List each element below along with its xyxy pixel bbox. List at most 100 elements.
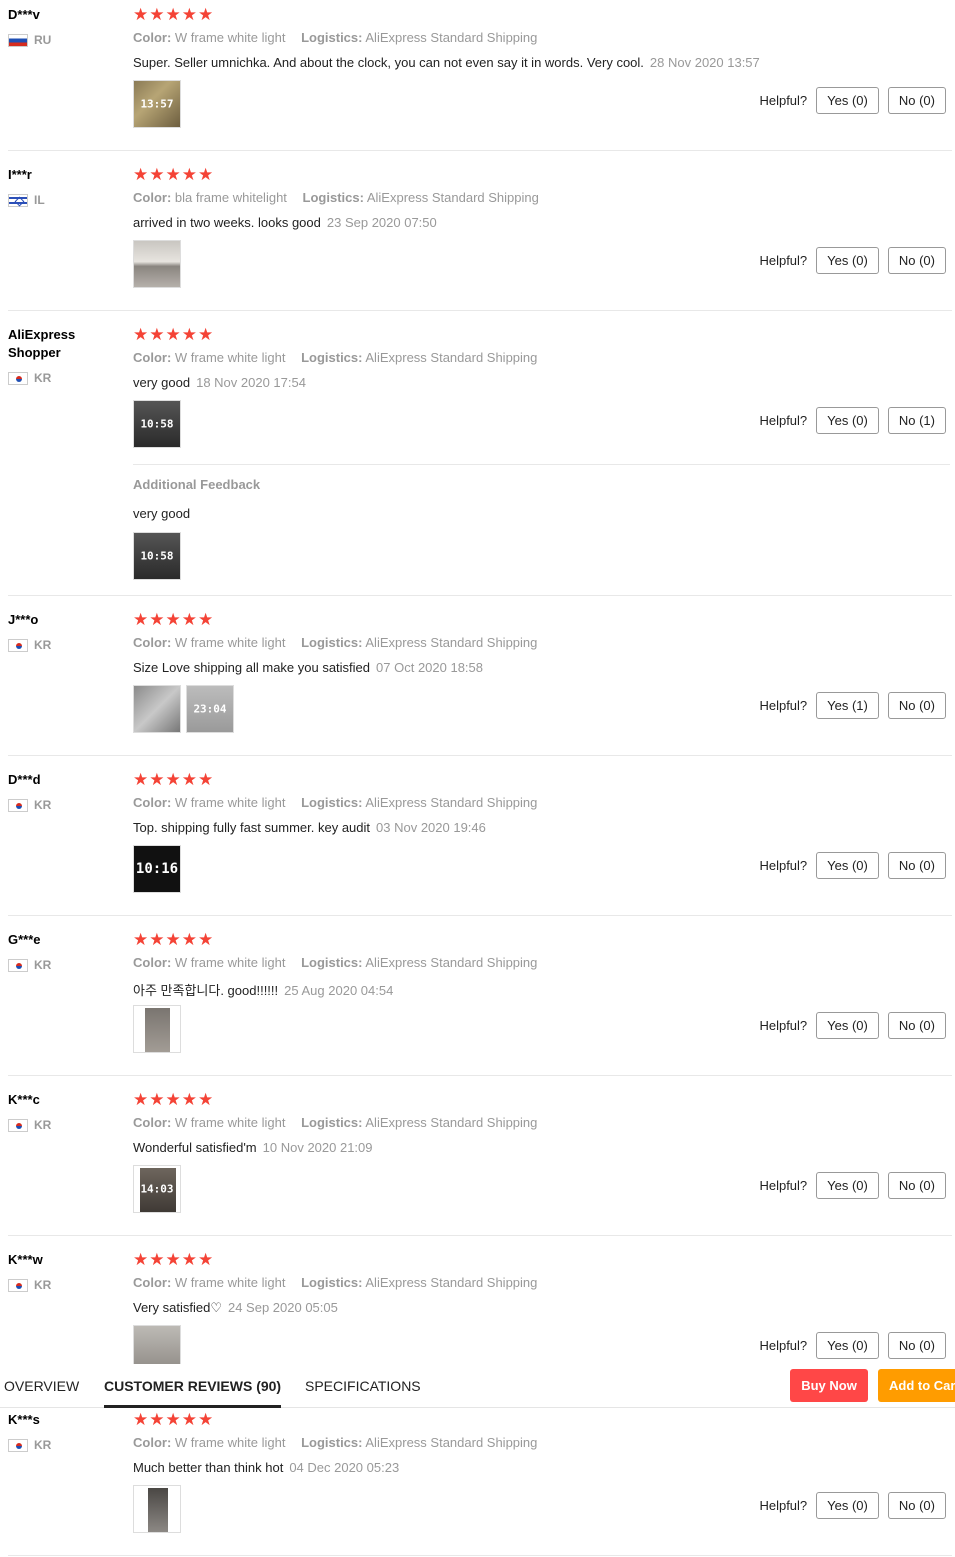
review-text: Size Love shipping all make you satisfie…	[133, 660, 483, 675]
color-value: W frame white light	[174, 955, 286, 970]
reviewer-country: IL	[8, 193, 45, 207]
clock-digits: 23:04	[193, 702, 227, 716]
flag-kr-icon	[8, 1118, 28, 1132]
tab-overview[interactable]: OVERVIEW	[4, 1364, 79, 1408]
rating-stars: ★★★★★	[133, 165, 215, 184]
helpful-yes-button[interactable]: Yes (0)	[816, 1172, 879, 1199]
review-photo-thumb[interactable]: 13:57	[133, 80, 181, 128]
review-item: J***o KR ★★★★★ Color: W frame white ligh…	[0, 605, 955, 756]
helpful-label: Helpful?	[759, 1338, 808, 1353]
review-photos: 23:04	[133, 685, 234, 733]
review-divider	[8, 595, 952, 596]
helpful-no-button[interactable]: No (0)	[887, 1012, 946, 1039]
logistics-label: Logistics:	[301, 1115, 363, 1130]
add-to-cart-button[interactable]: Add to Cart	[878, 1369, 955, 1402]
review-item: K***c KR ★★★★★ Color: W frame white ligh…	[0, 1085, 955, 1236]
review-photos	[133, 1005, 181, 1053]
clock-digits: 10:58	[140, 549, 174, 563]
logistics-label: Logistics:	[301, 30, 363, 45]
helpful-no-button[interactable]: No (1)	[887, 407, 946, 434]
review-text: Top. shipping fully fast summer. key aud…	[133, 820, 486, 835]
review-photos: 13:57	[133, 80, 181, 128]
country-code: RU	[34, 33, 52, 47]
tab-specifications[interactable]: SPECIFICATIONS	[305, 1364, 421, 1408]
color-label: Color:	[133, 190, 172, 205]
helpful-no-button[interactable]: No (0)	[887, 87, 946, 114]
review-photo-thumb[interactable]	[133, 240, 181, 288]
review-date: 25 Aug 2020 04:54	[284, 983, 394, 998]
review-body: Wonderful satisfied'm	[133, 1140, 257, 1155]
reviewer-country: KR	[8, 798, 51, 812]
rating-stars: ★★★★★	[133, 1410, 215, 1429]
logistics-label: Logistics:	[301, 795, 363, 810]
helpful-label: Helpful?	[759, 1498, 808, 1513]
helpful-no-button[interactable]: No (0)	[887, 692, 946, 719]
logistics-value: AliExpress Standard Shipping	[366, 190, 539, 205]
review-item: D***d KR ★★★★★ Color: W frame white ligh…	[0, 765, 955, 916]
helpful-section: Helpful? Yes (0) No (0)	[759, 87, 946, 114]
color-label: Color:	[133, 795, 172, 810]
review-text: Very satisfied♡ 24 Sep 2020 05:05	[133, 1300, 338, 1316]
helpful-yes-button[interactable]: Yes (0)	[816, 247, 879, 274]
review-meta: Color: W frame white light Logistics: Al…	[133, 350, 537, 365]
review-date: 03 Nov 2020 19:46	[376, 820, 486, 835]
logistics-value: AliExpress Standard Shipping	[365, 795, 538, 810]
review-photo-thumb[interactable]: 14:03	[133, 1165, 181, 1213]
color-label: Color:	[133, 350, 172, 365]
helpful-no-button[interactable]: No (0)	[887, 1332, 946, 1359]
helpful-yes-button[interactable]: Yes (0)	[816, 1492, 879, 1519]
helpful-no-button[interactable]: No (0)	[887, 1492, 946, 1519]
helpful-yes-button[interactable]: Yes (0)	[816, 407, 879, 434]
reviewer-name: D***v	[8, 7, 40, 22]
helpful-section: Helpful? Yes (1) No (0)	[759, 692, 946, 719]
review-date: 18 Nov 2020 17:54	[196, 375, 306, 390]
review-photo-thumb[interactable]: 10:16	[133, 845, 181, 893]
helpful-yes-button[interactable]: Yes (0)	[816, 87, 879, 114]
review-item: D***v RU ★★★★★ Color: W frame white ligh…	[0, 0, 955, 151]
country-code: KR	[34, 1438, 52, 1452]
review-divider	[8, 1075, 952, 1076]
review-body: Much better than think hot	[133, 1460, 284, 1475]
review-body: 아주 만족합니다. good!!!!!!	[133, 983, 279, 998]
tab-customer-reviews[interactable]: CUSTOMER REVIEWS (90)	[104, 1364, 282, 1408]
helpful-yes-button[interactable]: Yes (0)	[816, 1012, 879, 1039]
review-photo-thumb[interactable]	[133, 685, 181, 733]
buy-now-button[interactable]: Buy Now	[790, 1369, 868, 1402]
reviewer-country: KR	[8, 638, 51, 652]
flag-kr-icon	[8, 1438, 28, 1452]
color-label: Color:	[133, 1115, 172, 1130]
logistics-value: AliExpress Standard Shipping	[365, 1435, 538, 1450]
helpful-label: Helpful?	[759, 413, 808, 428]
color-label: Color:	[133, 30, 172, 45]
color-value: W frame white light	[174, 30, 286, 45]
flag-il-icon	[8, 193, 28, 207]
helpful-yes-button[interactable]: Yes (0)	[816, 1332, 879, 1359]
helpful-no-button[interactable]: No (0)	[887, 852, 946, 879]
color-value: W frame white light	[174, 795, 286, 810]
review-photo-thumb[interactable]: 10:58	[133, 400, 181, 448]
review-photo-thumb[interactable]: 10:58	[133, 532, 181, 580]
helpful-section: Helpful? Yes (0) No (0)	[759, 1492, 946, 1519]
helpful-yes-button[interactable]: Yes (0)	[816, 852, 879, 879]
additional-feedback-text: very good	[133, 506, 191, 521]
helpful-section: Helpful? Yes (0) No (0)	[759, 1012, 946, 1039]
helpful-yes-button[interactable]: Yes (1)	[816, 692, 879, 719]
helpful-no-button[interactable]: No (0)	[887, 1172, 946, 1199]
review-body: Very satisfied♡	[133, 1300, 222, 1315]
helpful-label: Helpful?	[759, 1178, 808, 1193]
review-photo-thumb[interactable]	[133, 1485, 181, 1533]
reviewer-country: RU	[8, 33, 51, 47]
clock-digits: 13:57	[140, 97, 174, 111]
helpful-no-button[interactable]: No (0)	[887, 247, 946, 274]
color-label: Color:	[133, 1435, 172, 1450]
review-text: very good 18 Nov 2020 17:54	[133, 375, 306, 390]
review-body: arrived in two weeks. looks good	[133, 215, 321, 230]
review-divider	[8, 310, 952, 311]
logistics-label: Logistics:	[301, 1275, 363, 1290]
review-photo-thumb[interactable]	[133, 1005, 181, 1053]
review-photo-thumb[interactable]: 23:04	[186, 685, 234, 733]
rating-stars: ★★★★★	[133, 930, 215, 949]
color-value: bla frame whitelight	[174, 190, 287, 205]
reviewer-name: J***o	[8, 612, 39, 627]
helpful-section: Helpful? Yes (0) No (0)	[759, 1172, 946, 1199]
